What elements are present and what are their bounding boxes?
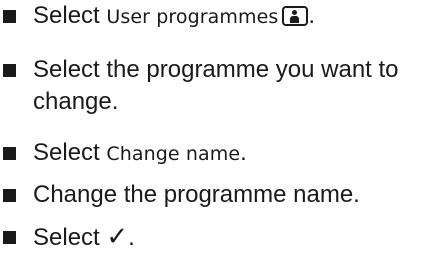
step-prefix: Select (33, 2, 100, 29)
user-icon-head (292, 10, 298, 15)
user-icon (282, 6, 309, 26)
user-icon-body (290, 16, 300, 23)
step-text: Select ✓. (33, 221, 443, 254)
ui-term-user-programmes: User programmes (106, 6, 279, 28)
step-suffix: . (240, 139, 247, 166)
bullet-square (3, 147, 16, 160)
bullet-square (3, 10, 16, 23)
step-text: Select User programmes. (33, 0, 443, 33)
step-prefix: Select (33, 139, 100, 166)
bullet-square (3, 231, 16, 244)
ui-term-change-name: Change name (106, 143, 241, 165)
step-suffix: . (308, 2, 316, 29)
step-suffix: . (128, 224, 135, 251)
bullet-square (3, 64, 16, 77)
step-text: Change the programme name. (33, 181, 360, 208)
bullet-square (3, 189, 16, 202)
step-line-1: Select the programme you want to (33, 56, 399, 83)
checkmark-icon: ✓ (106, 222, 129, 252)
step-text: Select the programme you want to change. (33, 54, 443, 118)
step-line-2: change. (33, 88, 119, 115)
step-prefix: Select (33, 224, 100, 251)
step-text: Select Change name. (33, 137, 443, 170)
